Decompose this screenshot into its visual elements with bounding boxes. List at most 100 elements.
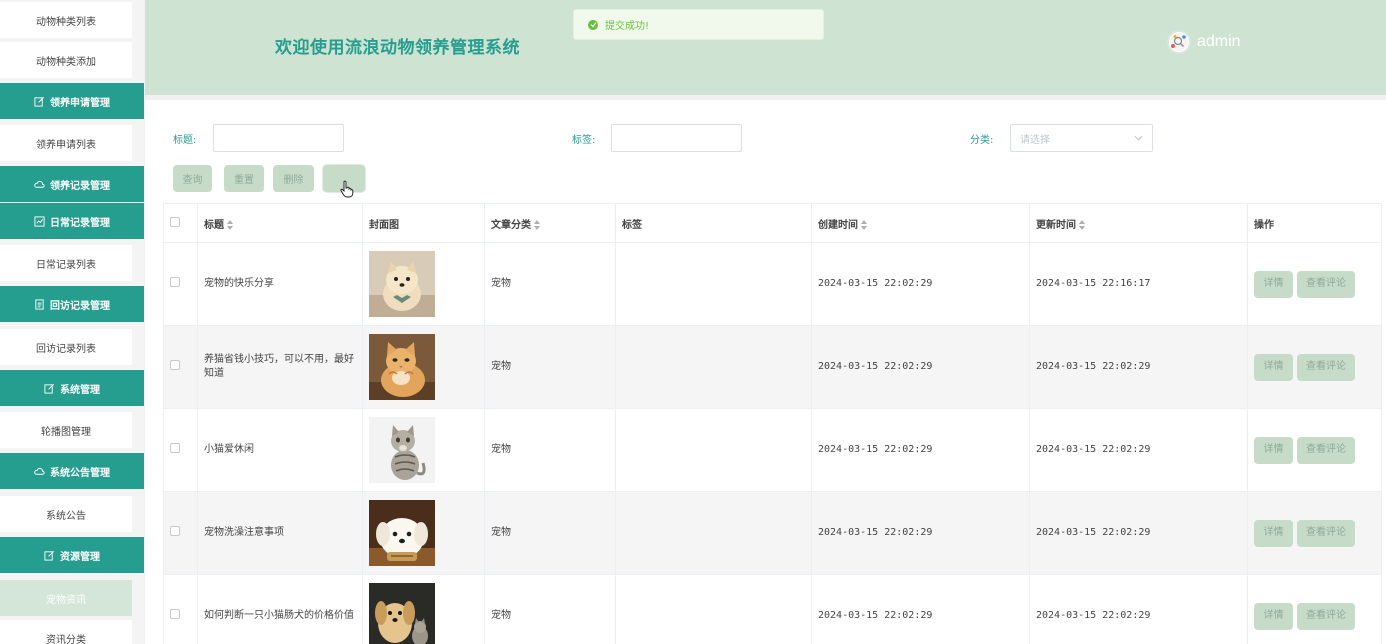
sort-icon[interactable] — [227, 219, 233, 230]
category-select[interactable]: 请选择 — [1010, 124, 1153, 152]
sidebar-group-adoption-record[interactable]: 领养记录管理 — [0, 166, 144, 202]
tabby-cat-image[interactable] — [369, 417, 435, 483]
detail-button[interactable]: 详情 — [1254, 353, 1293, 381]
title-filter-input[interactable] — [213, 124, 344, 152]
sidebar-group-notice[interactable]: 系统公告管理 — [0, 453, 144, 489]
sidebar-item-label: 回访记录列表 — [36, 343, 96, 355]
title-filter-label: 标题: — [173, 135, 197, 146]
detail-button[interactable]: 详情 — [1254, 436, 1293, 464]
chevron-down-icon — [1134, 135, 1143, 141]
sidebar-item-revisit-record-list[interactable]: 回访记录列表 — [0, 329, 132, 365]
delete-button[interactable]: 删除 — [273, 165, 314, 192]
row-category: 宠物 — [484, 325, 616, 409]
select-all-checkbox[interactable] — [170, 216, 180, 227]
sidebar-item-label: 动物种类列表 — [36, 16, 96, 28]
view-comments-button[interactable]: 查看评论 — [1297, 353, 1355, 381]
white-puppy-image[interactable] — [369, 500, 435, 566]
data-table: 标题 封面图 文章分类 标签 创建时间 更新时间 操作 宠物的快乐分享 宠物 2… — [163, 203, 1382, 644]
row-updated: 2024-03-15 22:16:17 — [1029, 242, 1248, 326]
edit-icon — [44, 383, 55, 394]
sidebar-item-daily-record-list[interactable]: 日常记录列表 — [0, 245, 132, 281]
column-header-title[interactable]: 标题 — [197, 203, 363, 243]
row-tags — [615, 408, 812, 492]
row-title: 小猫爱休闲 — [197, 408, 363, 492]
column-header-category[interactable]: 文章分类 — [484, 203, 616, 243]
detail-button[interactable]: 详情 — [1254, 270, 1293, 298]
table-row: 如何判断一只小猫肠犬的价格价值 宠物 2024-03-15 22:02:29 2… — [163, 574, 1382, 644]
row-checkbox[interactable] — [170, 442, 180, 453]
row-created: 2024-03-15 22:02:29 — [811, 325, 1030, 409]
row-title: 宠物的快乐分享 — [197, 242, 363, 326]
row-cover — [362, 408, 485, 492]
column-header-created[interactable]: 创建时间 — [811, 203, 1030, 243]
row-title: 如何判断一只小猫肠犬的价格价值 — [197, 574, 363, 644]
user-menu[interactable]: admin — [1167, 30, 1241, 54]
table-row: 宠物洗澡注意事项 宠物 2024-03-15 22:02:29 2024-03-… — [163, 491, 1382, 575]
sort-icon[interactable] — [861, 219, 867, 230]
puppy-and-kitten-image[interactable] — [369, 583, 435, 644]
table-row: 养猫省钱小技巧，可以不用，最好知道 宠物 2024-03-15 22:02:29… — [163, 325, 1382, 409]
row-cover — [362, 325, 485, 409]
sidebar-item-label: 宠物资讯 — [46, 594, 86, 606]
view-comments-button[interactable]: 查看评论 — [1297, 270, 1355, 298]
sidebar-group-resources[interactable]: 资源管理 — [0, 537, 144, 573]
sidebar-group-label: 领养申请管理 — [50, 97, 110, 109]
row-updated: 2024-03-15 22:02:29 — [1029, 325, 1248, 409]
sidebar-item-animal-type-list[interactable]: 动物种类列表 — [0, 2, 132, 38]
row-actions: 详情 查看评论 — [1247, 242, 1382, 326]
row-actions: 详情 查看评论 — [1247, 491, 1382, 575]
sort-icon[interactable] — [1079, 219, 1085, 230]
row-checkbox[interactable] — [170, 525, 180, 536]
sidebar-item-carousel[interactable]: 轮播图管理 — [0, 412, 132, 448]
detail-button[interactable]: 详情 — [1254, 602, 1293, 630]
sidebar-item-label: 动物种类添加 — [36, 56, 96, 68]
row-checkbox[interactable] — [170, 608, 180, 619]
reset-button[interactable]: 重置 — [224, 165, 264, 192]
tag-filter-label: 标签: — [572, 135, 596, 146]
check-icon — [588, 19, 598, 30]
top-header: 欢迎使用流浪动物领养管理系统 提交成功! admin — [145, 0, 1386, 95]
tag-filter-input[interactable] — [611, 124, 742, 152]
detail-button[interactable]: 详情 — [1254, 519, 1293, 547]
sidebar-group-label: 回访记录管理 — [50, 300, 110, 312]
sidebar-group-system[interactable]: 系统管理 — [0, 370, 144, 406]
sidebar-group-revisit-record[interactable]: 回访记录管理 — [0, 286, 144, 322]
column-header-tags: 标签 — [615, 203, 812, 243]
row-category: 宠物 — [484, 491, 616, 575]
orange-cat-image[interactable] — [369, 334, 435, 400]
cloud-icon — [34, 180, 45, 188]
sidebar-group-adoption-apply[interactable]: 领养申请管理 — [0, 83, 144, 119]
view-comments-button[interactable]: 查看评论 — [1297, 602, 1355, 630]
sidebar-item-pet-news[interactable]: 宠物资讯 — [0, 580, 132, 616]
app-title: 欢迎使用流浪动物领养管理系统 — [275, 38, 520, 58]
sort-icon[interactable] — [534, 219, 540, 230]
sidebar-item-adoption-apply-list[interactable]: 领养申请列表 — [0, 125, 132, 161]
row-created: 2024-03-15 22:02:29 — [811, 408, 1030, 492]
sidebar-item-label: 系统公告 — [46, 510, 86, 522]
row-checkbox[interactable] — [170, 359, 180, 370]
sidebar-item-label: 资讯分类 — [46, 634, 86, 644]
view-comments-button[interactable]: 查看评论 — [1297, 436, 1355, 464]
avatar — [1167, 30, 1191, 54]
pomeranian-image[interactable] — [369, 251, 435, 317]
sidebar-group-label: 领养记录管理 — [50, 180, 110, 192]
row-checkbox[interactable] — [170, 276, 180, 287]
row-actions: 详情 查看评论 — [1247, 408, 1382, 492]
view-comments-button[interactable]: 查看评论 — [1297, 519, 1355, 547]
row-cover — [362, 574, 485, 644]
sidebar-item-label: 日常记录列表 — [36, 259, 96, 271]
edit-icon — [44, 550, 55, 561]
sidebar-item-animal-type-add[interactable]: 动物种类添加 — [0, 42, 132, 78]
column-header-ops: 操作 — [1247, 203, 1382, 243]
row-tags — [615, 574, 812, 644]
table-row: 小猫爱休闲 宠物 2024-03-15 22:02:29 2024-03-15 … — [163, 408, 1382, 492]
sidebar-item-label: 轮播图管理 — [41, 426, 91, 438]
sidebar-item-notice[interactable]: 系统公告 — [0, 496, 132, 532]
sidebar-group-daily-record[interactable]: 日常记录管理 — [0, 203, 144, 239]
query-button[interactable]: 查询 — [173, 165, 212, 192]
sidebar-item-news-category[interactable]: 资讯分类 — [0, 620, 132, 644]
sidebar-group-label: 资源管理 — [60, 551, 100, 563]
success-toast: 提交成功! — [573, 9, 824, 40]
row-updated: 2024-03-15 22:02:29 — [1029, 491, 1248, 575]
column-header-updated[interactable]: 更新时间 — [1029, 203, 1248, 243]
